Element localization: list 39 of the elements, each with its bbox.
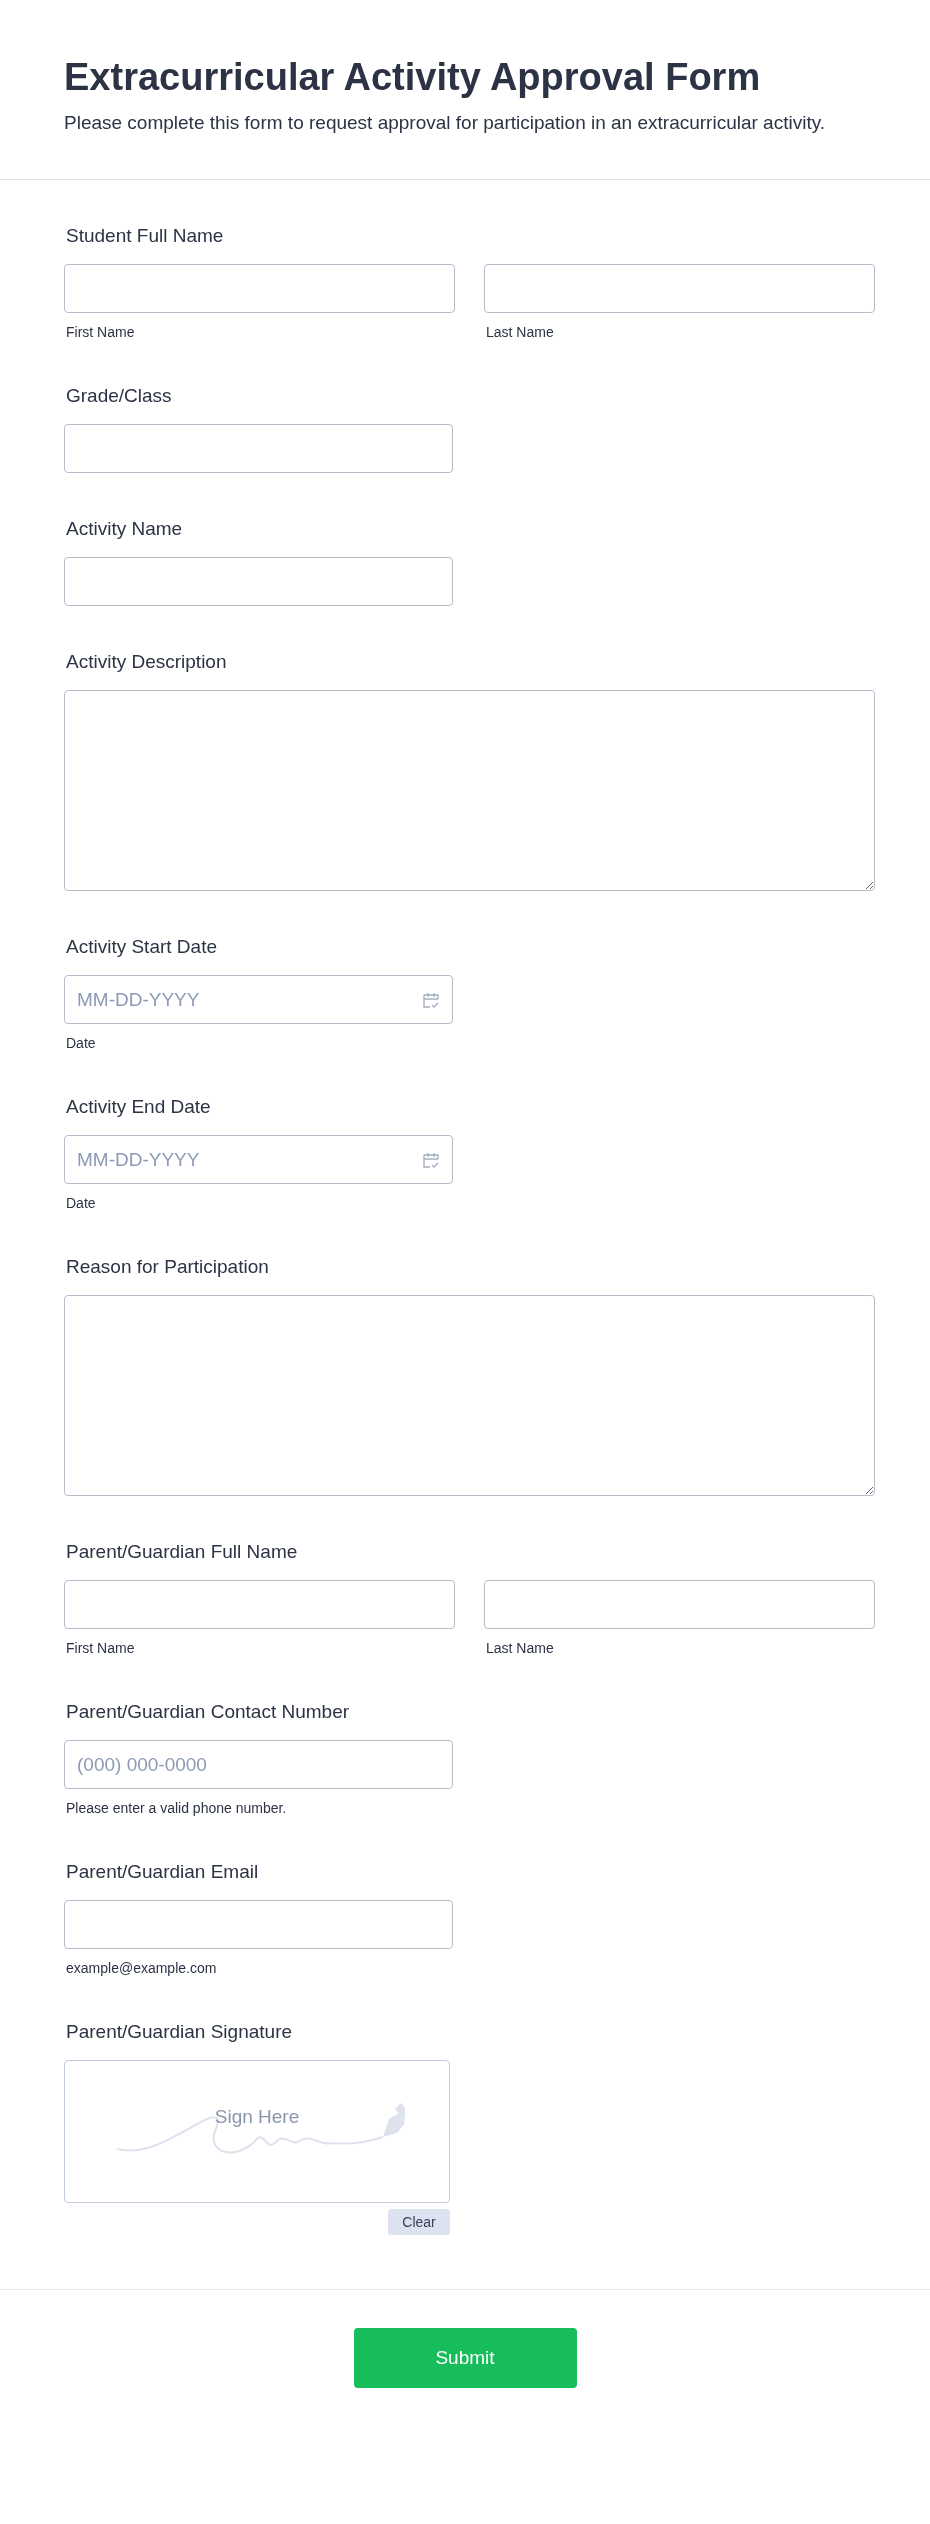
- field-label: Parent/Guardian Full Name: [66, 1540, 299, 1564]
- sign-here-text: Sign Here: [214, 2106, 300, 2128]
- text-area[interactable]: [64, 690, 875, 891]
- input-field[interactable]: [64, 424, 453, 473]
- form-description: Please complete this form to request approval for participation in an extracurricular activity.: [64, 111, 827, 135]
- field-label: Parent/Guardian Contact Number: [66, 1700, 351, 1724]
- signature-pad[interactable]: Sign Here: [64, 2060, 450, 2203]
- field-label: Activity Description: [66, 650, 228, 674]
- input-field[interactable]: [484, 264, 875, 313]
- input-field[interactable]: [64, 1580, 455, 1629]
- calendar-icon[interactable]: [422, 990, 440, 1009]
- field-label: Activity Start Date: [66, 935, 218, 959]
- submit-button[interactable]: Submit: [353, 2328, 577, 2388]
- field-sublabel: First Name: [66, 324, 136, 340]
- date-field[interactable]: MM-DD-YYYY: [64, 1135, 453, 1184]
- field-label: Activity Name: [66, 517, 184, 541]
- field-hint: Date: [66, 1195, 97, 1211]
- field-sublabel: First Name: [66, 1640, 136, 1656]
- field-label: Grade/Class: [66, 384, 173, 408]
- field-hint: Date: [66, 1035, 97, 1051]
- phone-field[interactable]: (000) 000-0000: [64, 1740, 453, 1789]
- field-hint: example@example.com: [66, 1960, 218, 1976]
- input-field[interactable]: [64, 557, 453, 606]
- input-field[interactable]: [64, 1900, 453, 1949]
- field-sublabel: Last Name: [486, 324, 555, 340]
- field-label: Activity End Date: [66, 1095, 212, 1119]
- input-field[interactable]: [64, 264, 455, 313]
- field-hint: Please enter a valid phone number.: [66, 1800, 288, 1816]
- field-sublabel: Last Name: [486, 1640, 555, 1656]
- clear-button[interactable]: Clear: [388, 2209, 450, 2235]
- input-field[interactable]: [484, 1580, 875, 1629]
- field-label: Student Full Name: [66, 224, 225, 248]
- date-field[interactable]: MM-DD-YYYY: [64, 975, 453, 1024]
- field-label: Parent/Guardian Signature: [66, 2020, 294, 2044]
- field-label: Parent/Guardian Email: [66, 1860, 260, 1884]
- field-label: Reason for Participation: [66, 1255, 270, 1279]
- text-area[interactable]: [64, 1295, 875, 1496]
- form-title: Extracurricular Activity Approval Form: [64, 55, 762, 100]
- calendar-icon[interactable]: [422, 1150, 440, 1169]
